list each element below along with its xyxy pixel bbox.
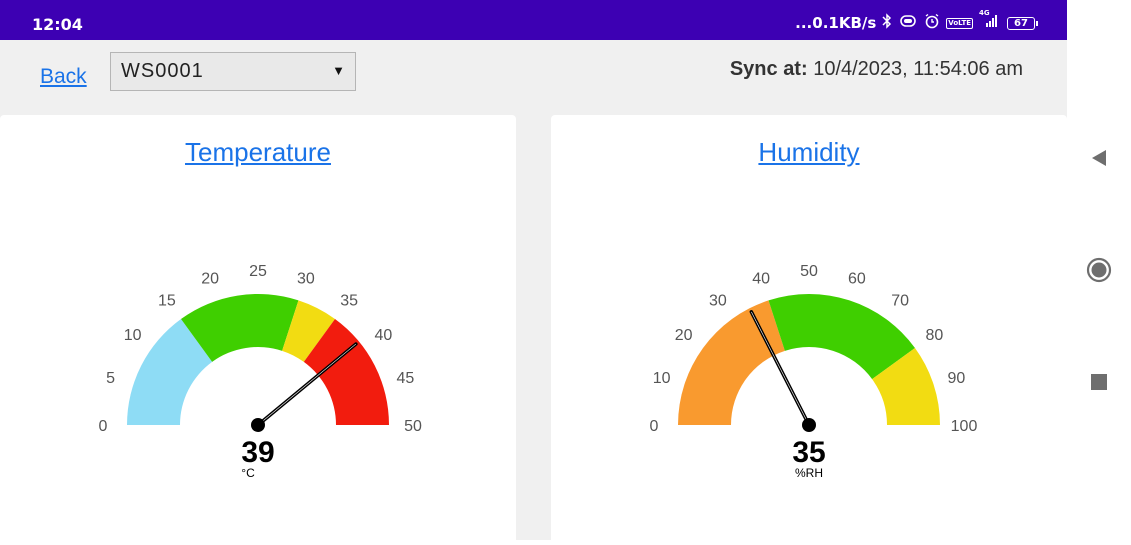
- humidity-band-0: [678, 300, 785, 425]
- temperature-tick-label: 20: [201, 271, 219, 288]
- status-bar: 12:04 ...0.1KB/s VoLTE 4G 67: [0, 0, 1067, 40]
- temperature-tick-label: 15: [158, 293, 176, 310]
- humidity-tick-label: 70: [891, 293, 909, 310]
- humidity-gauge: 0 10 20 30 40 50 60 70 80 90 100 35%RH: [650, 263, 978, 480]
- humidity-needle-hub: [802, 418, 816, 432]
- temperature-tick-label: 25: [249, 263, 267, 280]
- temperature-unit: °C: [241, 466, 255, 480]
- net-type: 4G: [979, 9, 990, 17]
- temperature-tick-label: 30: [297, 271, 315, 288]
- humidity-tick-label: 60: [848, 271, 866, 288]
- status-indicators: ...0.1KB/s VoLTE 4G 67: [795, 9, 1038, 33]
- humidity-tick-label: 20: [675, 327, 693, 344]
- temperature-tick-label: 10: [124, 327, 142, 344]
- humidity-tick-label: 30: [709, 293, 727, 310]
- humidity-tick-label: 10: [653, 370, 671, 387]
- humidity-tick-label: 0: [650, 418, 659, 435]
- sync-label: Sync at:: [729, 58, 808, 80]
- humidity-value: 35: [792, 436, 825, 469]
- square-icon: [1091, 374, 1107, 390]
- temperature-value: 39: [241, 436, 274, 469]
- station-select[interactable]: WS0001 ▼: [110, 52, 356, 91]
- temperature-tick-label: 50: [404, 418, 422, 435]
- temperature-card: Temperature 0 5 10 15 20 25 30 35 40 45 50 39 °C: [0, 115, 516, 545]
- temperature-tick-label: 40: [374, 327, 392, 344]
- temperature-needle-hub: [251, 418, 265, 432]
- temperature-tick-label: 0: [99, 418, 108, 435]
- humidity-unit: %RH: [795, 466, 823, 480]
- status-time: 12:04: [32, 15, 83, 34]
- humidity-tick-label: 100: [951, 418, 978, 435]
- alarm-icon: [924, 13, 940, 33]
- nav-home-button[interactable]: [1085, 256, 1113, 284]
- battery-level: 67: [1014, 17, 1028, 29]
- volte-badge: VoLTE: [946, 17, 973, 29]
- temperature-tick-label: 5: [106, 370, 115, 387]
- network-speed: ...0.1KB/s: [795, 14, 877, 32]
- navigation-bar: [1067, 0, 1131, 540]
- sync-time: 10/4/2023, 11:54:06 am: [813, 58, 1023, 80]
- app-content: Back WS0001 ▼ Sync at: 10/4/2023, 11:54:…: [0, 40, 1067, 545]
- humidity-card: Humidity 0 10 20 30 40 50 60 70 80 90 100 35 %RH: [551, 115, 1067, 545]
- temperature-gauge: 0 5 10 15 20 25 30 35 40 45 50 39°C: [99, 263, 422, 480]
- nav-recents-button[interactable]: [1085, 368, 1113, 396]
- temperature-tick-label: 45: [397, 370, 415, 387]
- nav-back-button[interactable]: [1085, 144, 1113, 172]
- humidity-tick-label: 50: [800, 263, 818, 280]
- triangle-left-icon: [1092, 150, 1106, 166]
- signal-icon: 4G: [979, 9, 999, 32]
- circle-icon: [1086, 257, 1112, 283]
- humidity-tick-label: 90: [948, 370, 966, 387]
- chevron-down-icon: ▼: [332, 63, 346, 78]
- sync-status: Sync at: 10/4/2023, 11:54:06 am: [730, 58, 1023, 81]
- humidity-tick-label: 80: [925, 327, 943, 344]
- back-link[interactable]: Back: [40, 65, 87, 89]
- station-select-value: WS0001: [121, 60, 204, 82]
- vibrate-icon: [898, 14, 918, 32]
- humidity-tick-label: 40: [752, 271, 770, 288]
- bluetooth-icon: [882, 13, 892, 33]
- battery-icon: 67: [1007, 16, 1038, 30]
- temperature-tick-label: 35: [340, 293, 358, 310]
